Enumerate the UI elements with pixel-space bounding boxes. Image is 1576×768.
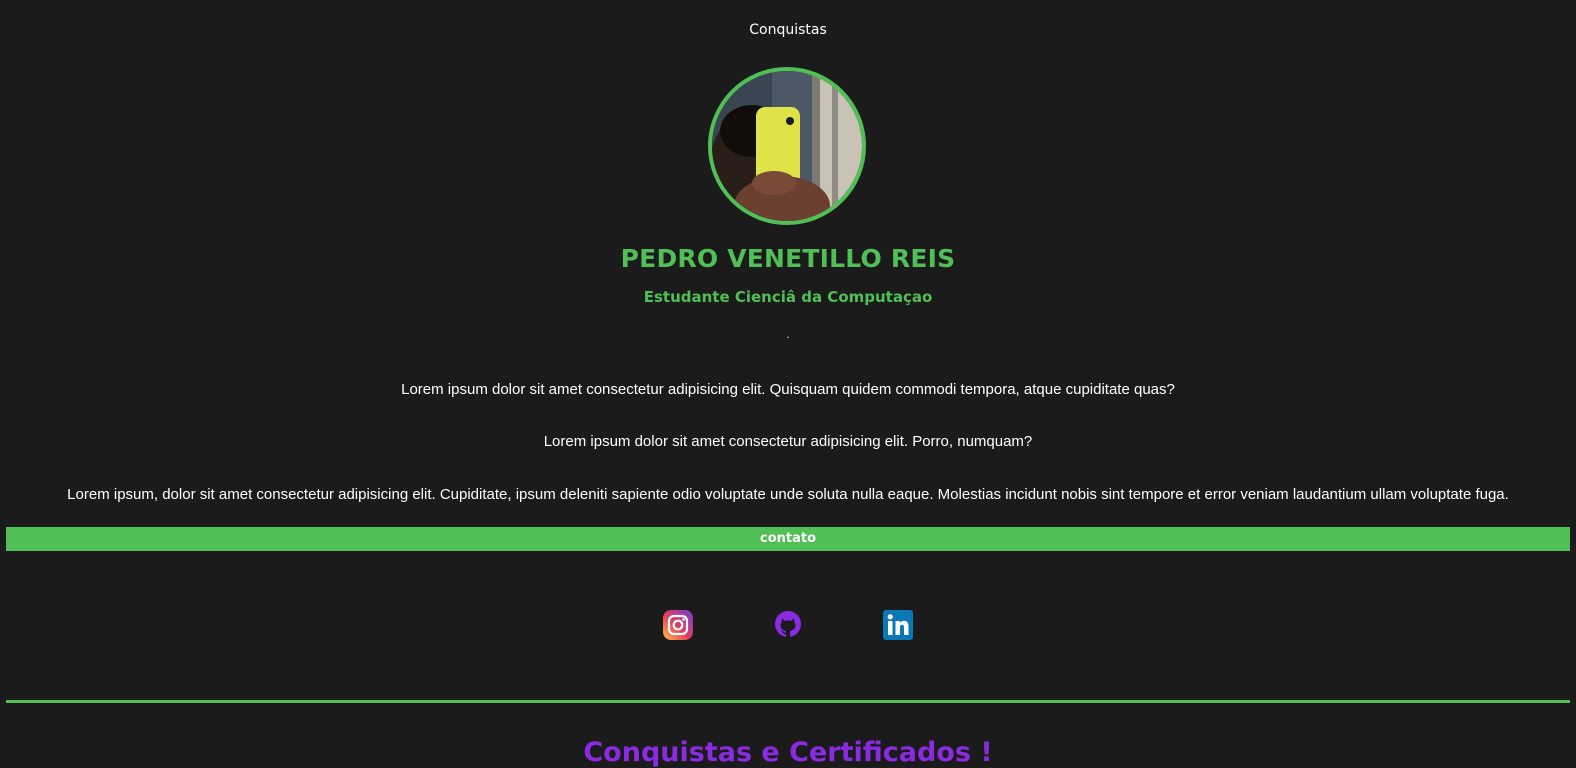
github-icon: [775, 611, 801, 637]
linkedin-link[interactable]: [882, 609, 914, 641]
instagram-link[interactable]: [662, 609, 694, 641]
github-link[interactable]: [772, 609, 804, 641]
separator-dot: .: [786, 330, 790, 341]
contact-header-bar: contato: [6, 527, 1570, 551]
achievements-section-title: Conquistas e Certificados !: [583, 737, 993, 768]
about-paragraph-3: Lorem ipsum, dolor sit amet consectetur …: [67, 486, 1509, 503]
profile-role: Estudante Cienciâ da Computaçao: [643, 288, 933, 306]
linkedin-icon: [883, 610, 913, 640]
about-paragraph-1: Lorem ipsum dolor sit amet consectetur a…: [401, 381, 1175, 398]
section-divider: [6, 700, 1570, 703]
instagram-icon: [663, 610, 693, 640]
profile-name: PEDRO VENETILLO REIS: [620, 244, 956, 273]
avatar-photo: [712, 71, 862, 221]
nav-achievements-link[interactable]: Conquistas: [0, 22, 1576, 38]
profile-avatar: [708, 67, 866, 225]
about-paragraph-2: Lorem ipsum dolor sit amet consectetur a…: [543, 433, 1033, 450]
